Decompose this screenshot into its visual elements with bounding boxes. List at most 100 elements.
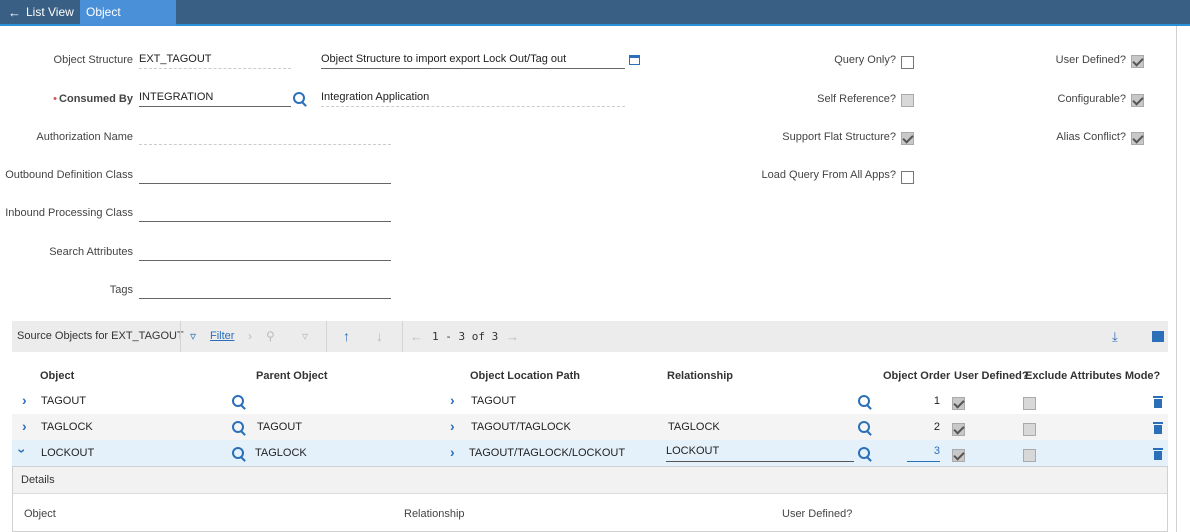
toolbar-separator — [326, 321, 327, 352]
expand-table-icon[interactable] — [1152, 331, 1164, 342]
filter-icon[interactable]: ▿ — [190, 321, 196, 352]
column-user-defined[interactable]: User Defined? — [954, 370, 1029, 382]
row-relationship: TAGLOCK — [668, 421, 720, 433]
search-disabled-icon: ⚲ — [266, 329, 275, 343]
load-query-checkbox[interactable] — [901, 171, 914, 184]
delete-row-icon[interactable] — [1153, 448, 1163, 460]
object-search-icon[interactable] — [232, 421, 247, 436]
consumed-by-description: Integration Application — [321, 90, 625, 107]
consumed-by-search-icon[interactable] — [293, 92, 308, 107]
query-only-label: Query Only? — [834, 54, 896, 66]
consumed-by-label: • Consumed By — [53, 93, 133, 105]
row-user-defined-checkbox — [952, 423, 965, 436]
required-marker: • — [53, 93, 58, 105]
expand-row-icon[interactable]: › — [22, 392, 27, 408]
table-row-selected[interactable]: › LOCKOUT TAGLOCK › TAGOUT/TAGLOCK/LOCKO… — [12, 440, 1168, 466]
consumed-by-field[interactable]: INTEGRATION — [139, 90, 291, 107]
alias-conflict-checkbox — [1131, 132, 1144, 145]
authorization-name-field[interactable] — [139, 128, 391, 145]
configurable-label: Configurable? — [1057, 93, 1127, 105]
table-row[interactable]: › TAGOUT › TAGOUT 1 — [12, 388, 1168, 414]
tab-object-structure[interactable]: Object Structure — [80, 0, 176, 44]
configurable-checkbox — [1131, 94, 1144, 107]
tab-list-view-label: List View — [26, 5, 74, 19]
support-flat-label: Support Flat Structure? — [782, 131, 896, 143]
toolbar-separator — [180, 321, 181, 352]
load-query-label: Load Query From All Apps? — [761, 169, 896, 181]
row-order-input[interactable]: 3 — [907, 445, 940, 462]
row-exclude-checkbox — [1023, 449, 1036, 462]
query-only-checkbox[interactable] — [901, 56, 914, 69]
table-row[interactable]: › TAGLOCK TAGOUT › TAGOUT/TAGLOCK TAGLOC… — [12, 414, 1168, 440]
description-field[interactable]: Object Structure to import export Lock O… — [321, 52, 625, 69]
object-search-icon[interactable] — [232, 395, 247, 410]
support-flat-checkbox — [901, 132, 914, 145]
details-object-label: Object — [24, 508, 56, 520]
download-icon[interactable]: ⤓ — [1112, 321, 1118, 352]
chevron-right-icon: › — [248, 329, 252, 343]
alias-conflict-label: Alias Conflict? — [1056, 131, 1126, 143]
move-down-icon: ↓ — [376, 328, 383, 344]
tags-field[interactable] — [139, 282, 391, 299]
inbound-class-field[interactable] — [139, 205, 391, 222]
details-panel: Details Object Relationship User Defined… — [12, 466, 1168, 532]
relationship-search-icon[interactable] — [858, 395, 873, 410]
pagination-text: 1 - 3 of 3 — [432, 330, 499, 343]
relationship-search-icon[interactable] — [858, 421, 873, 436]
table-toolbar: Source Objects for EXT_TAGOUT ▿ Filter ›… — [12, 321, 1168, 352]
tags-label: Tags — [109, 284, 133, 296]
collapse-row-icon[interactable]: › — [14, 449, 30, 454]
toolbar-separator — [402, 321, 403, 352]
column-object-order[interactable]: Object Order — [883, 370, 950, 382]
delete-row-icon[interactable] — [1153, 422, 1163, 434]
filter-link[interactable]: Filter — [210, 321, 234, 352]
search-attributes-label: Search Attributes — [49, 246, 133, 258]
row-parent: TAGOUT — [257, 421, 303, 433]
delete-row-icon[interactable] — [1153, 396, 1163, 408]
row-path: TAGOUT — [471, 395, 517, 407]
object-search-icon[interactable] — [232, 447, 247, 462]
outbound-class-label: Outbound Definition Class — [5, 169, 133, 181]
user-defined-label: User Defined? — [1055, 54, 1126, 66]
next-page-icon: → — [506, 329, 519, 344]
row-order: 1 — [933, 395, 940, 407]
column-object[interactable]: Object — [40, 370, 74, 382]
move-up-icon[interactable]: ↑ — [343, 321, 350, 352]
self-reference-label: Self Reference? — [817, 93, 896, 105]
clear-filter-icon: ▿ — [302, 329, 309, 343]
column-parent-object[interactable]: Parent Object — [256, 370, 328, 382]
search-attributes-field[interactable] — [139, 244, 391, 261]
outbound-class-field[interactable] — [139, 167, 391, 184]
tab-object-structure-label: Object Structure — [86, 5, 135, 44]
object-structure-label: Object Structure — [53, 54, 133, 66]
path-chevron-icon[interactable]: › — [450, 444, 455, 460]
long-description-icon[interactable] — [629, 55, 640, 65]
details-relationship-label: Relationship — [404, 508, 465, 520]
column-relationship[interactable]: Relationship — [667, 370, 733, 382]
row-path: TAGOUT/TAGLOCK/LOCKOUT — [469, 447, 626, 459]
path-chevron-icon[interactable]: › — [450, 418, 455, 434]
row-user-defined-checkbox — [952, 449, 965, 462]
table-title: Source Objects for EXT_TAGOUT — [17, 330, 184, 342]
object-structure-field[interactable]: EXT_TAGOUT — [139, 52, 291, 69]
top-bar: ← List View Object Structure — [0, 0, 1190, 44]
row-exclude-checkbox — [1023, 423, 1036, 436]
expand-row-icon[interactable]: › — [22, 418, 27, 434]
tab-list-view[interactable]: ← List View — [0, 0, 80, 26]
row-object: TAGLOCK — [41, 421, 93, 433]
relationship-search-icon[interactable] — [858, 447, 873, 462]
row-relationship-input[interactable]: LOCKOUT — [666, 445, 854, 462]
path-chevron-icon[interactable]: › — [450, 392, 455, 408]
row-parent: TAGLOCK — [255, 447, 307, 459]
row-object: LOCKOUT — [41, 447, 95, 459]
column-location-path[interactable]: Object Location Path — [470, 370, 580, 382]
details-title: Details — [13, 467, 1167, 494]
column-exclude-attributes[interactable]: Exclude Attributes Mode? — [1025, 370, 1160, 382]
row-object: TAGOUT — [41, 395, 87, 407]
row-order: 2 — [933, 421, 940, 433]
row-user-defined-checkbox — [952, 397, 965, 410]
authorization-name-label: Authorization Name — [36, 131, 133, 143]
user-defined-checkbox — [1131, 55, 1144, 68]
row-path: TAGOUT/TAGLOCK — [471, 421, 571, 433]
self-reference-checkbox — [901, 94, 914, 107]
